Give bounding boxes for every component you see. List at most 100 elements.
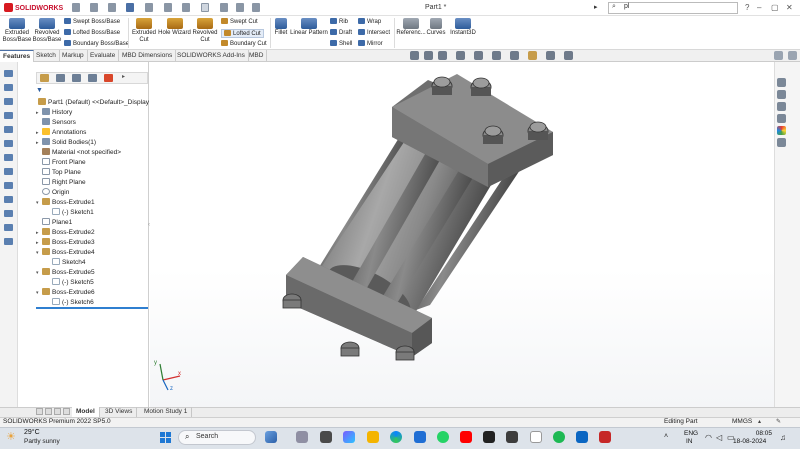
tree-item[interactable]: Right Plane	[36, 178, 86, 188]
options-gear-icon[interactable]	[252, 3, 260, 12]
side-tool-icon[interactable]	[4, 84, 13, 91]
spotify-icon[interactable]	[553, 431, 565, 443]
store-icon[interactable]	[414, 431, 426, 443]
lofted-boss-button[interactable]: Lofted Boss/Base	[64, 29, 120, 36]
tree-item[interactable]: Sensors	[36, 118, 76, 128]
instant3d-button[interactable]: Instant3D	[448, 18, 478, 37]
swept-boss-button[interactable]: Swept Boss/Base	[64, 18, 120, 25]
tab-markup[interactable]: Markup	[59, 50, 88, 62]
tree-item[interactable]: ▾ Boss-Extrude5	[36, 268, 95, 278]
property-manager-tab-icon[interactable]	[56, 74, 65, 82]
clock-date[interactable]: 18-08-2024	[733, 438, 766, 445]
notepad-icon[interactable]	[530, 431, 542, 443]
boundary-boss-button[interactable]: Boundary Boss/Base	[64, 40, 129, 47]
unit-system-selector[interactable]: MMGS	[732, 418, 752, 425]
tab-3d-views[interactable]: 3D Views	[101, 407, 138, 417]
tree-item[interactable]: Top Plane	[36, 168, 81, 178]
select-icon[interactable]	[201, 3, 209, 12]
side-tool-icon[interactable]	[4, 196, 13, 203]
extruded-cut-button[interactable]: Extruded Cut	[130, 18, 158, 44]
solidworks-logo[interactable]: SOLIDWORKS	[4, 3, 63, 12]
3d-model-cylinder[interactable]	[150, 62, 774, 407]
whatsapp-icon[interactable]	[437, 431, 449, 443]
side-tool-icon[interactable]	[4, 98, 13, 105]
file-explorer-taskbar-icon[interactable]	[367, 431, 379, 443]
minimize-icon[interactable]: –	[757, 3, 761, 12]
tree-item[interactable]: ▸ History	[36, 108, 72, 118]
next-tab-icon[interactable]	[54, 408, 61, 415]
side-tool-icon[interactable]	[4, 154, 13, 161]
rebuild-icon[interactable]	[220, 3, 228, 12]
windows-start-icon[interactable]	[160, 432, 171, 443]
tab-solidworks-addins[interactable]: SOLIDWORKS Add-Ins	[174, 50, 249, 62]
side-tool-icon[interactable]	[4, 126, 13, 133]
meet-app-icon[interactable]	[320, 431, 332, 443]
save-icon[interactable]	[126, 3, 134, 12]
edit-appearance-icon[interactable]	[528, 51, 537, 60]
zoom-to-fit-icon[interactable]	[410, 51, 419, 60]
rollback-bar[interactable]	[36, 307, 148, 309]
expand-tabs-icon[interactable]: ▸	[122, 73, 125, 80]
show-hidden-icons-icon[interactable]: ˄	[664, 433, 668, 440]
side-tool-icon[interactable]	[4, 70, 13, 77]
tab-mbd-dimensions[interactable]: MBD Dimensions	[119, 50, 177, 62]
section-view-icon[interactable]	[456, 51, 465, 60]
feature-tree-tab-icon[interactable]	[40, 74, 49, 82]
side-tool-icon[interactable]	[4, 168, 13, 175]
reference-geometry-button[interactable]: Referenc...	[396, 18, 426, 37]
prev-tab-icon[interactable]	[45, 408, 52, 415]
task-view-icon[interactable]	[296, 431, 308, 443]
last-tab-icon[interactable]	[63, 408, 70, 415]
tree-item[interactable]: Sketch4	[46, 258, 86, 268]
appearances-icon[interactable]	[777, 126, 786, 135]
tree-item[interactable]: ▸ Solid Bodies(1)	[36, 138, 96, 148]
tree-item[interactable]: Front Plane	[36, 158, 86, 168]
wrap-button[interactable]: Wrap	[358, 18, 381, 25]
tab-evaluate[interactable]: Evaluate	[87, 50, 120, 62]
tab-model[interactable]: Model	[72, 407, 100, 417]
units-dropdown-icon[interactable]: ▴	[758, 418, 761, 425]
tree-item[interactable]: ▾ Boss-Extrude1	[36, 198, 95, 208]
dimxpert-tab-icon[interactable]	[88, 74, 97, 82]
apply-scene-icon[interactable]	[546, 51, 555, 60]
tab-features[interactable]: Features	[0, 50, 35, 62]
tree-item[interactable]: ▸ Boss-Extrude3	[36, 238, 95, 248]
side-tool-icon[interactable]	[4, 140, 13, 147]
rib-button[interactable]: Rib	[330, 18, 348, 25]
linkedin-icon[interactable]	[576, 431, 588, 443]
tree-item[interactable]: Material <not specified>	[36, 148, 121, 158]
swept-cut-button[interactable]: Swept Cut	[221, 18, 258, 25]
notification-icon[interactable]: ✎	[776, 418, 781, 425]
revolved-cut-button[interactable]: Revolved Cut	[191, 18, 219, 44]
zoom-to-area-icon[interactable]	[424, 51, 433, 60]
view-settings-icon[interactable]	[564, 51, 573, 60]
undo-icon[interactable]	[164, 3, 172, 12]
command-search-icon[interactable]: ▸	[594, 3, 598, 11]
configuration-manager-tab-icon[interactable]	[72, 74, 81, 82]
restore-icon[interactable]: ▢	[771, 3, 779, 12]
file-properties-icon[interactable]	[236, 3, 244, 12]
tree-item[interactable]: ▸ Boss-Extrude2	[36, 228, 95, 238]
clock-time[interactable]: 08:05	[742, 430, 772, 437]
side-tool-icon[interactable]	[4, 182, 13, 189]
tree-item[interactable]: Plane1	[36, 218, 72, 228]
tree-item[interactable]: Origin	[36, 188, 69, 198]
media-app-icon[interactable]	[483, 431, 495, 443]
tree-root[interactable]: Part1 (Default) <<Default>_Display S	[38, 98, 155, 108]
linear-pattern-button[interactable]: Linear Pattern	[290, 18, 328, 37]
language-indicator[interactable]: ENG	[684, 430, 698, 437]
weather-sun-icon[interactable]: ☀	[6, 430, 16, 443]
tree-item[interactable]: ▾ Boss-Extrude6	[36, 288, 95, 298]
terminal-icon[interactable]	[506, 431, 518, 443]
home-icon[interactable]	[72, 3, 80, 12]
intersect-button[interactable]: Intersect	[358, 29, 390, 36]
tree-item[interactable]: ▸ Annotations	[36, 128, 86, 138]
design-library-icon[interactable]	[777, 90, 786, 99]
shell-button[interactable]: Shell	[330, 40, 352, 47]
language-region[interactable]: IN	[686, 438, 693, 445]
tab-sketch[interactable]: Sketch	[33, 50, 60, 62]
display-manager-tab-icon[interactable]	[104, 74, 113, 82]
side-tool-icon[interactable]	[4, 224, 13, 231]
lofted-cut-button[interactable]: Lofted Cut	[221, 29, 264, 38]
draft-button[interactable]: Draft	[330, 29, 352, 36]
